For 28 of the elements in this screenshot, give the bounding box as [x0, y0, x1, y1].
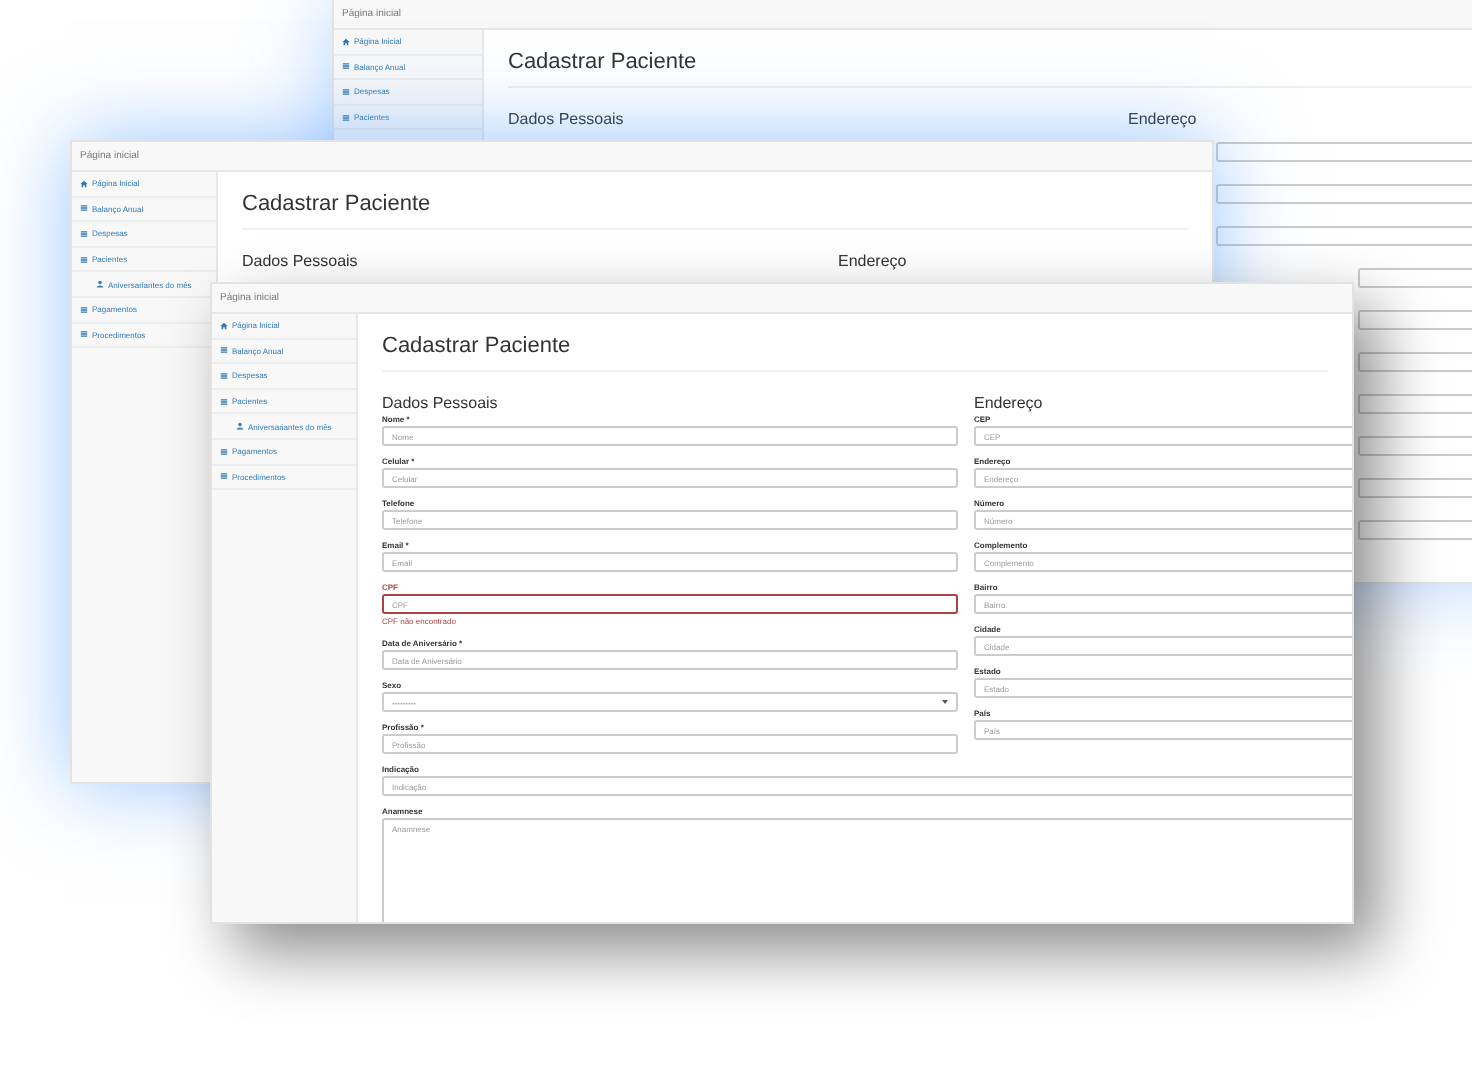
- list-icon: [80, 204, 88, 213]
- home-icon: [342, 37, 350, 46]
- list-icon: [220, 371, 228, 380]
- home-icon: [220, 321, 228, 330]
- list-icon: [80, 255, 88, 264]
- list-icon: [80, 305, 88, 314]
- list-icon: [220, 447, 228, 456]
- list-icon: [220, 397, 228, 406]
- section-heading: Dados Pessoais: [508, 110, 624, 130]
- list-icon: [80, 229, 88, 238]
- list-icon: [220, 346, 228, 355]
- user-icon: [236, 422, 244, 431]
- user-icon: [96, 280, 104, 289]
- caret-icon: [942, 700, 948, 704]
- list-icon: [342, 62, 350, 71]
- section-heading: Endereço: [838, 252, 907, 272]
- section-heading: Dados Pessoais: [242, 252, 358, 272]
- list-icon: [342, 87, 350, 96]
- page-title: Cadastrar Paciente: [508, 48, 1472, 88]
- page-title: Cadastrar Paciente: [382, 332, 1328, 372]
- list-icon: [80, 330, 88, 339]
- list-icon: [342, 113, 350, 122]
- section-heading: Endereço: [1128, 110, 1197, 130]
- home-icon: [80, 179, 88, 188]
- list-icon: [220, 472, 228, 481]
- page-title: Cadastrar Paciente: [242, 190, 1188, 230]
- section-heading: Endereço: [974, 394, 1043, 414]
- section-heading: Dados Pessoais: [382, 394, 498, 414]
